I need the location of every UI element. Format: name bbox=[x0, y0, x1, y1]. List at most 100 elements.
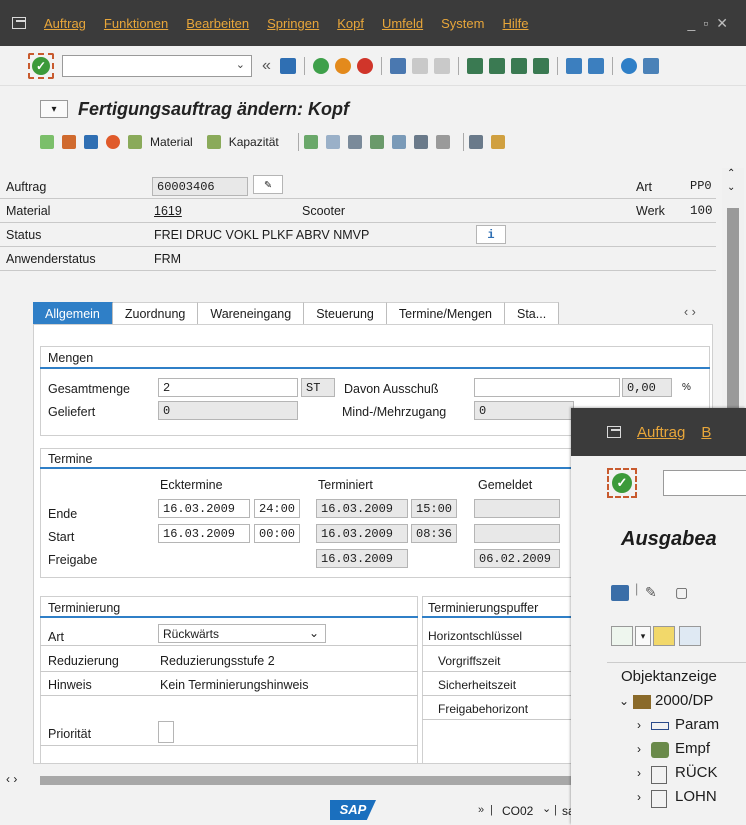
structure-icon[interactable] bbox=[369, 135, 384, 149]
popup-menu-auftrag[interactable]: Auftrag bbox=[637, 424, 685, 441]
hierarchy-icon[interactable] bbox=[490, 135, 505, 149]
trigger-icon[interactable] bbox=[413, 135, 428, 149]
add-icon[interactable] bbox=[611, 626, 633, 646]
help-icon[interactable] bbox=[620, 57, 637, 74]
find-next-icon[interactable] bbox=[433, 57, 450, 74]
edit-icon[interactable]: ✎ bbox=[645, 584, 657, 601]
print-icon[interactable] bbox=[611, 585, 629, 601]
menu-kopf[interactable]: Kopf bbox=[337, 16, 364, 31]
prioritaet-field[interactable] bbox=[158, 721, 174, 743]
enter-button[interactable]: ✓ bbox=[28, 52, 54, 79]
print-icon[interactable] bbox=[389, 57, 406, 74]
shortcut-icon[interactable] bbox=[587, 57, 604, 74]
previous-page-icon[interactable] bbox=[488, 57, 505, 74]
menu-toggle-button[interactable]: ▾ bbox=[40, 100, 68, 118]
tab-zuordnung[interactable]: Zuordnung bbox=[112, 302, 199, 324]
tab-scroll-arrows[interactable]: ‹ › bbox=[684, 305, 696, 319]
menu-bearbeiten[interactable]: Bearbeiten bbox=[186, 16, 249, 31]
auftrag-field[interactable]: 60003406 bbox=[152, 177, 248, 196]
document-icon[interactable] bbox=[62, 135, 76, 149]
operations-icon[interactable] bbox=[303, 135, 318, 149]
chevron-down-icon[interactable]: ⌄ bbox=[619, 694, 629, 708]
layout-menu-icon[interactable] bbox=[642, 57, 659, 74]
chevron-down-icon[interactable]: ⌄ bbox=[236, 58, 245, 71]
tree-item-param[interactable]: Param bbox=[675, 716, 719, 733]
back-history-icon[interactable]: « bbox=[262, 57, 271, 75]
chevron-right-icon[interactable]: › bbox=[637, 766, 641, 780]
new-session-icon[interactable] bbox=[565, 57, 582, 74]
menu-icon[interactable] bbox=[12, 17, 26, 29]
tree-item-lohn[interactable]: LOHN bbox=[675, 788, 717, 805]
chevron-down-icon[interactable]: ⌄ bbox=[309, 625, 319, 641]
window-controls[interactable]: _▫✕ bbox=[688, 15, 736, 32]
components-icon[interactable] bbox=[325, 135, 340, 149]
tree-item-empf[interactable]: Empf bbox=[675, 740, 710, 757]
new-document-icon[interactable]: ▢ bbox=[675, 584, 688, 601]
ende-eck-time[interactable]: 24:00 bbox=[254, 499, 300, 518]
sequences-icon[interactable] bbox=[347, 135, 362, 149]
tab-termine-mengen[interactable]: Termine/Mengen bbox=[386, 302, 505, 324]
edit-pencil-button[interactable]: ✎ bbox=[253, 175, 283, 194]
menu-auftrag[interactable]: Auftrag bbox=[44, 16, 86, 31]
last-page-icon[interactable] bbox=[532, 57, 549, 74]
flag-icon[interactable] bbox=[40, 135, 54, 149]
start-eck-date[interactable]: 16.03.2009 bbox=[158, 524, 250, 543]
status-expand-icon[interactable]: » bbox=[478, 804, 484, 816]
menu-icon[interactable] bbox=[607, 426, 621, 438]
ausschuss-percent-field[interactable]: 0,00 bbox=[622, 378, 672, 397]
menu-umfeld[interactable]: Umfeld bbox=[382, 16, 423, 31]
tab-steuerung[interactable]: Steuerung bbox=[304, 302, 387, 324]
tab-wareneingang[interactable]: Wareneingang bbox=[198, 302, 305, 324]
chevron-down-icon[interactable]: ⌄ bbox=[727, 182, 735, 193]
popup-enter-button[interactable]: ✓ bbox=[607, 468, 637, 498]
status-info-button[interactable]: i bbox=[476, 225, 506, 244]
back-icon[interactable] bbox=[312, 57, 329, 74]
table-icon[interactable] bbox=[468, 135, 483, 149]
list-icon[interactable] bbox=[84, 135, 98, 149]
menu-hilfe[interactable]: Hilfe bbox=[502, 16, 528, 31]
chevron-right-icon[interactable]: › bbox=[637, 718, 641, 732]
prt-icon[interactable] bbox=[391, 135, 406, 149]
material-icon[interactable] bbox=[128, 135, 142, 149]
transaction-code[interactable]: CO02 bbox=[502, 804, 533, 818]
first-page-icon[interactable] bbox=[466, 57, 483, 74]
dropdown-toggle[interactable]: ▾ bbox=[635, 626, 651, 646]
chevron-down-icon[interactable]: ⌄ bbox=[542, 802, 551, 815]
terminierung-art-select[interactable]: Rückwärts ⌄ bbox=[158, 624, 326, 643]
popup-menu-item-2[interactable]: B bbox=[701, 424, 711, 441]
cancel-icon[interactable] bbox=[356, 57, 373, 74]
capacity-icon[interactable] bbox=[206, 135, 221, 149]
tree-item-rueck[interactable]: RÜCK bbox=[675, 764, 718, 781]
ausschuss-field[interactable] bbox=[474, 378, 620, 397]
gesamtmenge-field[interactable]: 2 bbox=[158, 378, 298, 397]
costs-icon[interactable] bbox=[435, 135, 450, 149]
ende-eck-date[interactable]: 16.03.2009 bbox=[158, 499, 250, 518]
menu-springen[interactable]: Springen bbox=[267, 16, 319, 31]
popup-command-field[interactable] bbox=[663, 470, 746, 496]
material-field[interactable]: 1619 bbox=[154, 204, 182, 218]
chevron-up-icon[interactable]: ⌃ bbox=[727, 168, 735, 179]
art-field[interactable]: PP0 bbox=[686, 177, 714, 196]
capacity-button[interactable]: Kapazität bbox=[229, 135, 279, 149]
tab-more[interactable]: Sta... bbox=[505, 302, 560, 324]
next-page-icon[interactable] bbox=[510, 57, 527, 74]
werk-field[interactable]: 100 bbox=[690, 204, 713, 218]
search-icon[interactable] bbox=[679, 626, 701, 646]
menu-funktionen[interactable]: Funktionen bbox=[104, 16, 168, 31]
menu-system[interactable]: System bbox=[441, 16, 484, 31]
exit-icon[interactable] bbox=[334, 57, 351, 74]
save-icon[interactable] bbox=[279, 57, 296, 74]
chevron-right-icon[interactable]: › bbox=[637, 742, 641, 756]
tree-item-root[interactable]: 2000/DP bbox=[655, 692, 713, 709]
separator bbox=[297, 133, 299, 151]
start-eck-time[interactable]: 00:00 bbox=[254, 524, 300, 543]
find-icon[interactable] bbox=[411, 57, 428, 74]
filter-icon[interactable] bbox=[653, 626, 675, 646]
horizontal-scroll-arrows[interactable]: ‹ › bbox=[6, 772, 17, 786]
tab-allgemein[interactable]: Allgemein bbox=[33, 302, 113, 324]
command-field[interactable]: ⌄ bbox=[62, 54, 252, 77]
horizontal-scrollbar-thumb[interactable] bbox=[40, 776, 580, 785]
lifebuoy-icon[interactable] bbox=[106, 135, 120, 149]
material-button[interactable]: Material bbox=[150, 135, 193, 149]
chevron-right-icon[interactable]: › bbox=[637, 790, 641, 804]
